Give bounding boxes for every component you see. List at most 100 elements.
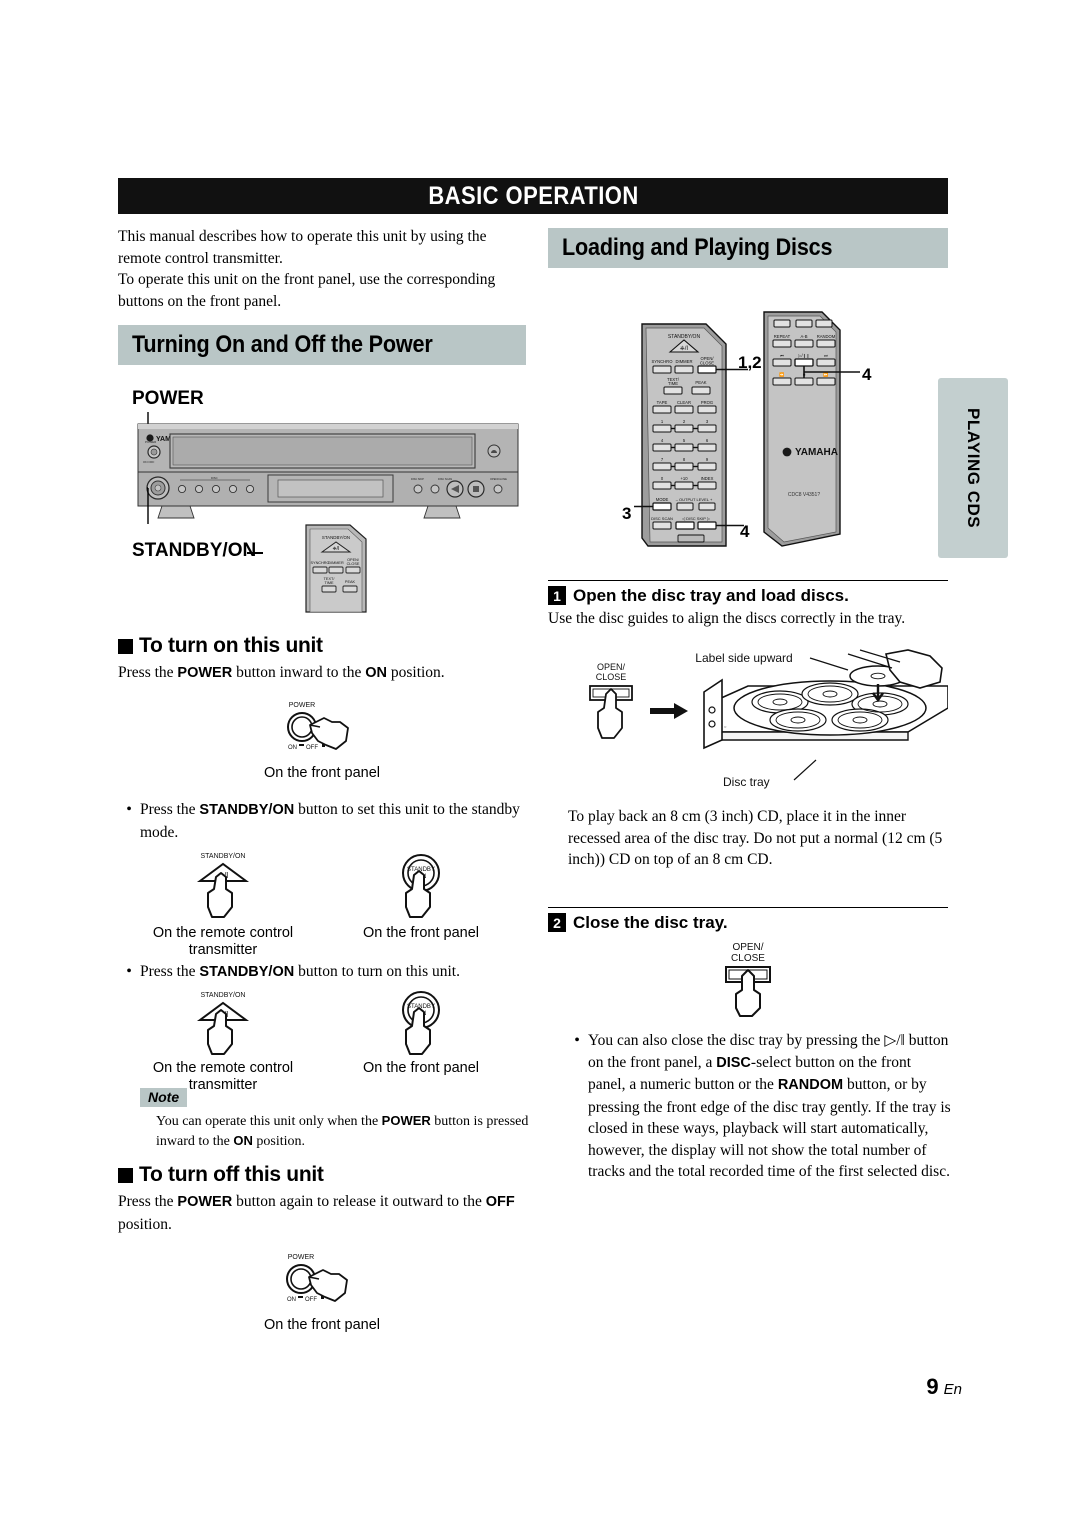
callout-4-left: 4 [740,522,750,541]
svg-text:OFF: OFF [306,745,318,751]
svg-text:STANDBY/ON: STANDBY/ON [668,334,701,340]
svg-text:DISC SKIP: DISC SKIP [411,477,424,481]
note-text: You can operate this unit only when the … [156,1113,529,1149]
svg-text:⎈/I: ⎈/I [333,546,340,552]
remote-top-illustration: STANDBY/ON ⎈/I SYNCHRO DIMMER OPEN/ CLOS… [290,522,380,619]
svg-text:DISC SCAN: DISC SCAN [651,516,673,521]
turn-on-block: To turn on this unit Press the POWER but… [118,634,526,782]
svg-text:DIMMER: DIMMER [676,359,693,364]
step-1-title: Open the disc tray and load discs. [573,586,849,605]
turn-on-heading-text: To turn on this unit [139,634,323,657]
svg-text:TIME: TIME [324,581,334,585]
page-number: 9 [926,1374,939,1399]
turn-off-power-icon: POWER ON OFF On the front panel [118,1249,526,1334]
front-panel-illustration: YAMAHA NATURAL SOUND COMPACT DISC PLAYER… [128,412,528,524]
svg-text:⏮: ⏮ [780,353,784,358]
leader-line [247,552,263,554]
svg-text:CLOSE: CLOSE [596,672,627,682]
disc-tray-illustration: Label side upward OPEN/ CLOSE ○ Disc tra… [548,648,949,801]
play-pause-glyph: ▷/‖ [884,1032,905,1049]
svg-text:CDC8 V4351?: CDC8 V4351? [788,492,820,498]
svg-text:REPEAT: REPEAT [774,334,791,339]
step-1-number: 1 [548,586,566,605]
bullet-dot: • [126,801,132,818]
turn-on-heading: To turn on this unit [118,634,526,658]
svg-text:CLEAR: CLEAR [677,400,691,405]
loading-playing-title: Loading and Playing Discs [562,234,833,261]
turn-off-heading-text: To turn off this unit [139,1163,324,1186]
intro-paragraph-2: To operate this unit on the front panel,… [118,271,496,310]
standby-bullet-1-text: Press the STANDBY/ON button to set this … [140,801,520,841]
svg-text:OFF: OFF [305,1297,317,1303]
turn-on-instruction: Press the POWER button inward to the ON … [118,664,445,681]
front-caption-2: On the front panel [362,1059,480,1076]
svg-text:OPEN/CLOSE: OPEN/CLOSE [490,477,507,481]
bullet-square-icon [118,638,133,654]
standby-icons-1: STANDBY/ON ⎈/I On the remote control tra… [118,849,526,959]
page-banner: BASIC OPERATION [118,178,948,214]
banner-title: BASIC OPERATION [427,181,639,210]
svg-text:◁ DISC SKIP ▷: ◁ DISC SKIP ▷ [682,516,711,521]
svg-text:STANDBY/ON: STANDBY/ON [201,853,246,860]
turn-off-block: To turn off this unit Press the POWER bu… [118,1163,526,1334]
svg-text:STANDBY/ON: STANDBY/ON [201,992,246,999]
svg-text:TAPE: TAPE [657,400,668,405]
standby-bullet-2: • Press the STANDBY/ON button to turn on… [118,955,526,1094]
step-1: 1 Open the disc tray and load discs. Use… [548,580,948,630]
turn-off-instruction: Press the POWER button again to release … [118,1193,515,1233]
side-tab-label: PLAYING CDS [964,407,983,529]
remote-caption-1: On the remote control transmitter [152,925,294,958]
power-label: POWER [132,388,204,409]
note-block: Note You can operate this unit only when… [140,1088,530,1151]
svg-text:– OUTPUT LEVEL +: – OUTPUT LEVEL + [676,497,713,502]
manual-page: BASIC OPERATION This manual describes ho… [0,0,1080,1528]
turn-off-heading: To turn off this unit [118,1163,526,1187]
svg-text:+10: +10 [680,476,688,481]
svg-text:POWER: POWER [288,1254,314,1261]
svg-text:ON: ON [287,1297,296,1303]
note-tag: Note [140,1088,188,1107]
svg-text:OPEN/: OPEN/ [597,662,626,672]
svg-text:Label side upward: Label side upward [695,651,792,665]
svg-text:DISC SCAN: DISC SCAN [438,477,452,481]
standby-on-label: STANDBY/ON [132,540,257,561]
remote-standby-icon-1: STANDBY/ON ⎈/I On the remote control tra… [148,849,298,959]
turn-off-caption: On the front panel [263,1317,381,1333]
turn-on-caption: On the front panel [263,764,381,781]
svg-text:ON OFF: ON OFF [143,460,154,464]
side-tab-playing-cds: PLAYING CDS [938,378,1008,558]
page-language: En [943,1381,962,1398]
step-2-rule [548,907,948,908]
eight-cm-cd-paragraph: To play back an 8 cm (3 inch) CD, place … [568,808,943,868]
callout-1-2: 1,2 [738,353,762,372]
remote-standby-icon-2: STANDBY/ON ⎈/I On the remote control tra… [148,988,298,1094]
svg-text:STANDBY/ON: STANDBY/ON [322,535,350,540]
svg-text:⏪: ⏪ [779,372,784,377]
svg-text:▷/❙❙: ▷/❙❙ [798,353,809,358]
turn-on-power-icon: POWER ON OFF On the front panel [118,697,526,782]
svg-text:SYNCHRO: SYNCHRO [652,359,674,364]
step-1-text: Use the disc guides to align the discs c… [548,610,906,627]
svg-text:CLOSE: CLOSE [347,562,360,566]
right-section-header: Loading and Playing Discs [548,228,948,274]
svg-text:CLOSE: CLOSE [700,361,714,366]
step-2-bullet: • You can also close the disc tray by pr… [566,1030,951,1183]
svg-text:YAMAHA: YAMAHA [795,447,838,458]
bullet-square-icon [118,1167,133,1183]
step-1-rule [548,580,948,581]
svg-text:POWER: POWER [145,440,157,444]
svg-text:⎈/I: ⎈/I [680,346,688,352]
bullet-dot: • [574,1032,580,1049]
svg-text:TIME: TIME [668,381,678,386]
svg-text:PEAK: PEAK [345,580,356,584]
front-caption-1: On the front panel [362,925,480,941]
svg-text:MODE: MODE [656,497,669,502]
svg-text:DIMMER: DIMMER [328,561,344,565]
svg-text:Disc tray: Disc tray [723,775,770,789]
svg-text:⏭: ⏭ [824,353,828,358]
svg-text:A-B: A-B [801,334,808,339]
page-footer: 9 En [926,1374,962,1400]
standby-bullet-1: • Press the STANDBY/ON button to set thi… [118,793,526,959]
svg-text:INDEX: INDEX [701,476,714,481]
svg-text:PEAK: PEAK [695,380,706,385]
